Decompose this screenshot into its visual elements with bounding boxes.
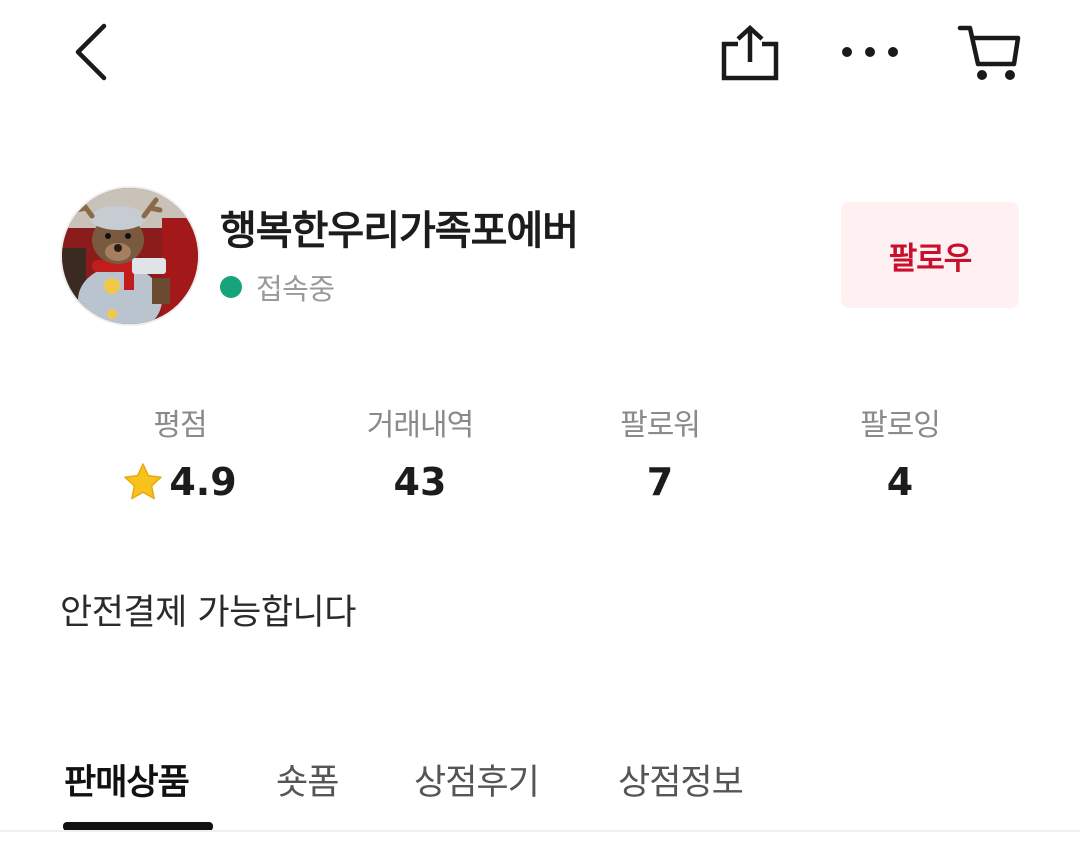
share-button[interactable] xyxy=(718,22,782,84)
stat-value-row: 4.9 xyxy=(60,456,300,508)
stat-label: 팔로워 xyxy=(620,408,701,443)
cart-icon xyxy=(957,25,1021,80)
tab-shortform[interactable]: 숏폼 xyxy=(276,752,339,818)
status-text: 접속중 xyxy=(256,272,335,306)
store-intro: 안전결제 가능합니다 xyxy=(60,593,356,633)
stat-following[interactable]: 팔로잉 4 xyxy=(780,404,1020,508)
stat-label: 평점 xyxy=(153,408,207,443)
tabs-divider xyxy=(0,830,1080,832)
stat-value: 43 xyxy=(393,460,447,504)
store-profile-page: 행복한우리가족포에버 접속중 팔로우 평점 4.9 거래내역 43 팔로워 7 … xyxy=(0,0,1080,853)
stat-value: 4.9 xyxy=(169,460,237,504)
stat-transactions[interactable]: 거래내역 43 xyxy=(300,404,540,508)
cart-button[interactable] xyxy=(956,20,1024,84)
tab-products[interactable]: 판매상품 xyxy=(64,752,190,818)
tab-store-info[interactable]: 상점정보 xyxy=(618,752,744,818)
stat-value: 4 xyxy=(886,460,914,504)
more-button[interactable] xyxy=(836,30,904,74)
back-button[interactable] xyxy=(68,20,116,84)
store-name: 행복한우리가족포에버 xyxy=(220,208,579,254)
online-status: 접속중 xyxy=(220,266,335,308)
online-dot-icon xyxy=(220,276,242,298)
store-tabs: 판매상품 숏폼 상점후기 상점정보 xyxy=(0,752,1080,832)
follow-button[interactable]: 팔로우 xyxy=(841,202,1019,308)
stat-label: 팔로잉 xyxy=(860,408,941,443)
stat-followers[interactable]: 팔로워 7 xyxy=(540,404,780,508)
avatar[interactable] xyxy=(60,186,200,326)
stat-value: 7 xyxy=(646,460,674,504)
avatar-reindeer-image xyxy=(62,188,198,324)
tab-reviews[interactable]: 상점후기 xyxy=(414,752,540,818)
chevron-left-icon xyxy=(75,23,107,81)
stat-label: 거래내역 xyxy=(366,408,474,443)
star-icon xyxy=(124,463,163,500)
stat-rating[interactable]: 평점 4.9 xyxy=(60,404,300,508)
share-icon xyxy=(721,24,779,81)
more-horizontal-icon xyxy=(842,47,898,57)
